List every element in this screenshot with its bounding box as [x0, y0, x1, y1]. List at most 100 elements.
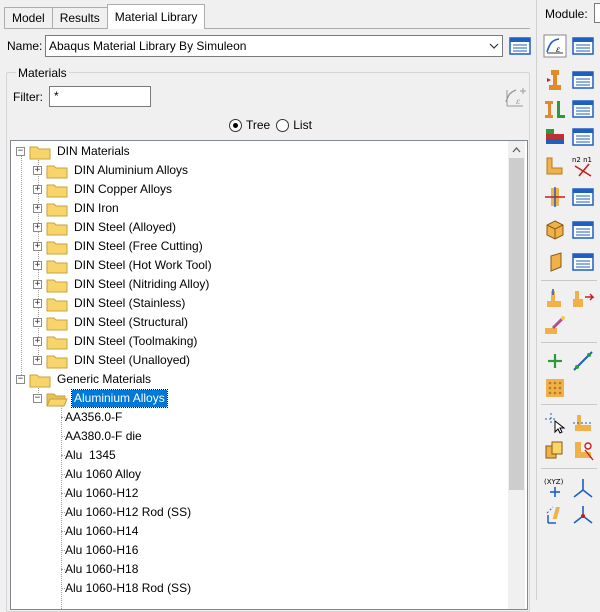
tree-leaf-material[interactable]: Alu 1060 Alloy [63, 465, 143, 484]
module-select[interactable] [594, 3, 600, 23]
radio-tree-indicator [229, 118, 242, 132]
tree-leaf-material[interactable]: Alu 1345 [63, 446, 118, 465]
create-point-icon[interactable] [542, 348, 568, 374]
tab-divider [4, 28, 530, 29]
datum-csys-offset-icon[interactable] [542, 502, 568, 528]
tree-leaf-label: Alu 1060 Alloy [65, 467, 142, 481]
toolbox-separator [541, 404, 597, 405]
stringer-manager-icon[interactable] [570, 249, 596, 275]
tree-leaf-material[interactable]: Alu 1060-H16 [63, 541, 140, 560]
tree-node-din-copper-alloys[interactable]: + DIN Copper Alloys [33, 180, 174, 199]
expand-icon[interactable]: + [33, 318, 42, 327]
tree-node-generic-materials[interactable]: − Generic Materials [16, 370, 153, 389]
material-manager-icon[interactable] [570, 33, 596, 59]
material-evaluate-icon[interactable]: ε [503, 86, 527, 110]
expand-icon[interactable]: + [33, 204, 42, 213]
tree-leaf-material[interactable]: Alu 1060-H14 [63, 522, 140, 541]
create-material-icon[interactable]: ε [542, 33, 568, 59]
expand-icon[interactable]: + [33, 356, 42, 365]
collapse-icon[interactable]: − [33, 394, 42, 403]
filter-label: Filter: [13, 90, 43, 104]
tree-leaf-material[interactable]: AA380.0-F die [63, 427, 144, 446]
materials-tree[interactable]: − DIN Materials + DIN Aluminium Alloys +… [10, 140, 528, 610]
expand-icon[interactable]: + [33, 299, 42, 308]
suppress-feature-icon[interactable] [542, 437, 568, 463]
tree-node-label: DIN Steel (Stainless) [74, 296, 186, 310]
tree-node-din-steel-structural[interactable]: + DIN Steel (Structural) [33, 313, 190, 332]
create-skin-icon[interactable] [542, 184, 568, 210]
tree-node-din-materials[interactable]: − DIN Materials [16, 142, 132, 161]
tree-leaf-material[interactable]: Alu 1060-H12 [63, 484, 140, 503]
chevron-down-icon[interactable] [486, 36, 502, 56]
assign-section-icon[interactable] [542, 153, 568, 179]
radio-tree[interactable]: Tree [229, 118, 270, 132]
tree-node-din-steel-alloyed[interactable]: + DIN Steel (Alloyed) [33, 218, 178, 237]
assign-orientation-icon[interactable]: n2 n1 [570, 153, 596, 179]
create-inertia-icon[interactable] [542, 217, 568, 243]
create-datum-axis-icon[interactable] [570, 348, 596, 374]
expand-icon[interactable]: + [33, 242, 42, 251]
tree-node-label: DIN Steel (Hot Work Tool) [74, 258, 212, 272]
section-manager-icon[interactable] [570, 67, 596, 93]
inertia-manager-icon[interactable] [570, 217, 596, 243]
scrollbar-thumb[interactable] [509, 158, 524, 490]
library-manager-button[interactable] [508, 35, 532, 57]
tree-node-label: Generic Materials [57, 372, 152, 386]
expand-icon[interactable]: + [33, 223, 42, 232]
expand-icon[interactable]: + [33, 185, 42, 194]
module-label: Module: [545, 7, 588, 21]
tree-node-din-aluminium-alloys[interactable]: + DIN Aluminium Alloys [33, 161, 190, 180]
create-partition-icon[interactable] [542, 375, 568, 401]
tree-node-din-iron[interactable]: + DIN Iron [33, 199, 121, 218]
tree-node-din-steel-free-cutting[interactable]: + DIN Steel (Free Cutting) [33, 237, 205, 256]
materials-group-title: Materials [16, 66, 69, 80]
create-profile-icon[interactable] [542, 96, 568, 122]
special-skin-icon[interactable] [542, 286, 568, 312]
tree-scrollbar[interactable] [508, 141, 525, 609]
datum-csys-3points-icon[interactable] [570, 475, 596, 501]
tree-node-din-steel-unalloyed[interactable]: + DIN Steel (Unalloyed) [33, 351, 192, 370]
create-composite-layup-icon[interactable] [542, 124, 568, 150]
create-surface-icon[interactable] [542, 313, 568, 339]
folder-icon [46, 203, 68, 216]
tree-leaf-label: AA356.0-F [65, 410, 123, 424]
create-stringer-icon[interactable] [542, 249, 568, 275]
expand-icon[interactable]: + [33, 280, 42, 289]
tree-node-din-steel-toolmaking[interactable]: + DIN Steel (Toolmaking) [33, 332, 199, 351]
svg-text:(XYZ): (XYZ) [544, 478, 564, 486]
tree-leaf-material[interactable]: Alu 1060-H18 Rod (SS) [63, 579, 193, 598]
tree-node-din-steel-stainless[interactable]: + DIN Steel (Stainless) [33, 294, 187, 313]
tree-node-din-steel-hot-work-tool[interactable]: + DIN Steel (Hot Work Tool) [33, 256, 214, 275]
create-datum-csys-icon[interactable]: (XYZ) [542, 475, 568, 501]
expand-icon[interactable]: + [33, 261, 42, 270]
tree-node-aluminium-alloys[interactable]: − Aluminium Alloys [33, 389, 168, 408]
datum-csys-2lines-icon[interactable] [570, 502, 596, 528]
tree-node-label: DIN Iron [74, 201, 119, 215]
collapse-icon[interactable]: − [16, 375, 25, 384]
tab-model[interactable]: Model [4, 7, 53, 29]
query-part-icon[interactable] [570, 410, 596, 436]
library-name-combo[interactable]: Abaqus Material Library By Simuleon [45, 35, 503, 57]
expand-icon[interactable]: + [33, 337, 42, 346]
filter-input[interactable]: * [49, 86, 151, 107]
scroll-up-icon[interactable] [508, 141, 525, 158]
skin-manager-icon[interactable] [570, 184, 596, 210]
profile-manager-icon[interactable] [570, 96, 596, 122]
create-section-icon[interactable] [542, 67, 568, 93]
name-label: Name: [7, 39, 43, 53]
tab-results[interactable]: Results [51, 7, 108, 29]
tree-node-din-steel-nitriding-alloy[interactable]: + DIN Steel (Nitriding Alloy) [33, 275, 211, 294]
toolbox-separator [541, 342, 597, 343]
tree-leaf-label: Alu 1060-H12 Rod (SS) [65, 505, 192, 519]
radio-list[interactable]: List [276, 118, 312, 132]
special-stringer-icon[interactable] [570, 286, 596, 312]
expand-icon[interactable]: + [33, 166, 42, 175]
delete-feature-icon[interactable] [570, 437, 596, 463]
tree-leaf-material[interactable]: Alu 1060-H18 [63, 560, 140, 579]
query-icon[interactable] [542, 410, 568, 436]
collapse-icon[interactable]: − [16, 147, 25, 156]
tree-leaf-material[interactable]: AA356.0-F [63, 408, 124, 427]
layup-manager-icon[interactable] [570, 124, 596, 150]
tree-leaf-material[interactable]: Alu 1060-H12 Rod (SS) [63, 503, 193, 522]
tab-material-library[interactable]: Material Library [106, 4, 206, 29]
